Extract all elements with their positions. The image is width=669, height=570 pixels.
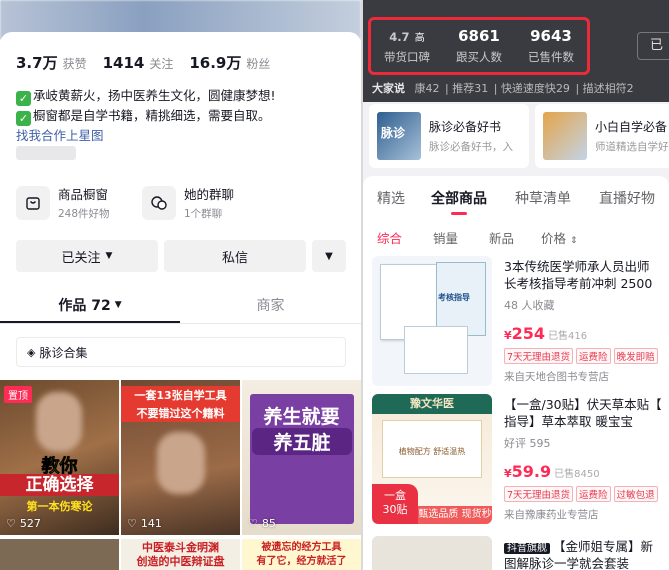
product-image <box>372 536 492 570</box>
blurred-face <box>157 432 205 494</box>
bio-link[interactable]: 找我合作上星图 <box>16 126 276 146</box>
shop-stats-box: 4.7 高带货口碑 6861 跟买人数 9643 已售件数 <box>368 17 590 75</box>
promo-card[interactable]: 小白自学必备 师道精选自学好 <box>535 104 669 168</box>
flagship-badge: 抖音旗舰 <box>504 543 550 554</box>
product-price: ¥254 已售416 <box>504 324 588 343</box>
product-panel: 精选 全部商品 种草清单 直播好物 综合 销量 新品 价格 ⇕ 考核指导 3本传统… <box>363 176 669 570</box>
chat-bubbles-icon <box>142 185 176 220</box>
likes-stat[interactable]: 3.7万 获赞 <box>16 52 87 73</box>
promo-image: 脉诊 <box>377 112 421 160</box>
shop-pane: 4.7 高带货口碑 6861 跟买人数 9643 已售件数 已 大家说 康42 | … <box>363 0 669 570</box>
bio-line-1: 承岐黄薪火，扬中医养生文化，圆健康梦想! <box>33 88 276 103</box>
sold-stat[interactable]: 9643 已售件数 <box>515 20 587 72</box>
group-chat-entry[interactable]: 她的群聊 1个群聊 <box>142 184 234 221</box>
video-grid: 置顶 教你 正确选择 第一本伤寒论 ♡ 527 一套13张自学工具 不要错过这个籍… <box>0 380 361 570</box>
video-thumb[interactable]: 中医泰斗金明渊 创造的中医辩证盘 <box>121 539 240 570</box>
tab-featured[interactable]: 精选 <box>377 188 405 208</box>
caret-down-icon: ▼ <box>105 251 113 261</box>
followers-stat[interactable]: 16.9万 粉丝 <box>189 52 270 73</box>
blurred-text <box>16 146 76 160</box>
sort-sales[interactable]: 销量 <box>433 228 458 247</box>
heart-icon: ♡ <box>248 517 258 530</box>
sort-price[interactable]: 价格 ⇕ <box>541 228 578 247</box>
tab-all-products[interactable]: 全部商品 <box>431 188 487 208</box>
video-thumb[interactable]: 被遗忘的经方工具 有了它，经方就活了 <box>242 539 361 570</box>
view-count: ♡ 527 <box>6 517 41 530</box>
shop-window-entry[interactable]: 商品橱窗 248件好物 <box>16 184 110 221</box>
promo-card[interactable]: 脉诊 脉诊必备好书 脉诊必备好书，入 <box>369 104 529 168</box>
bio-line-2: 橱窗都是自学书籍，精挑细选，需要自取。 <box>33 108 271 123</box>
tab-merchant[interactable]: 商家 <box>180 286 361 324</box>
layers-icon: ◈ <box>27 345 36 359</box>
sort-arrows-icon: ⇕ <box>570 236 578 246</box>
blurred-face <box>36 392 82 452</box>
followed-button[interactable]: 已关注 ▼ <box>16 240 158 272</box>
profile-pane: 3.7万 获赞 1414 关注 16.9万 粉丝 ✓ 承岐黄薪火，扬中医养生文化，圆健康… <box>0 0 361 570</box>
quantity-badge: 一盒 30贴 <box>372 484 418 524</box>
check-icon: ✓ <box>16 91 31 106</box>
message-button[interactable]: 私信 <box>164 240 306 272</box>
view-count: ♡ 141 <box>127 517 162 530</box>
tab-live-items[interactable]: 直播好物 <box>599 188 655 208</box>
view-count: ♡ 85 <box>248 517 276 530</box>
product-tags: 7天无理由退货 运费险 晚发即赔 <box>504 348 658 364</box>
rating-stat[interactable]: 4.7 高带货口碑 <box>371 20 443 72</box>
tab-recommend-list[interactable]: 种草清单 <box>515 188 571 208</box>
product-item[interactable]: 考核指导 3本传统医学师承人员出师 长考核指导考前冲刺 2500 48 人收藏 … <box>372 256 664 391</box>
video-thumb[interactable] <box>0 539 119 570</box>
product-image: 考核指导 <box>372 256 492 386</box>
product-item[interactable]: 豫文华医 植物配方 舒适温热 一盒30贴 甄选品质 现货秒发 【一盒/30贴】伏… <box>372 394 664 529</box>
buyers-stat[interactable]: 6861 跟买人数 <box>443 20 515 72</box>
tab-underline <box>0 321 180 323</box>
video-thumb[interactable]: 一套13张自学工具 不要错过这个籍料 ♡ 141 <box>121 380 240 535</box>
pinned-badge: 置顶 <box>4 386 32 403</box>
sort-bar: 综合 销量 新品 价格 ⇕ <box>363 228 669 248</box>
review-tags: 大家说 康42 | 推荐31 | 快递速度快29 | 描述相符2 <box>363 80 669 102</box>
caret-down-icon: ▼ <box>114 300 122 310</box>
shop-tabs: 精选 全部商品 种草清单 直播好物 <box>363 188 669 212</box>
profile-tabs: 作品 72 ▼ 商家 <box>0 286 361 324</box>
profile-stats: 3.7万 获赞 1414 关注 16.9万 粉丝 <box>16 52 270 73</box>
follow-shop-button[interactable]: 已 <box>637 32 669 60</box>
video-thumb[interactable]: 置顶 教你 正确选择 第一本伤寒论 ♡ 527 <box>0 380 119 535</box>
promo-image <box>543 112 587 160</box>
product-item[interactable]: 抖音旗舰 【金师姐专属】新 图解脉诊一学就会套装 <box>372 536 664 570</box>
product-image: 豫文华医 植物配方 舒适温热 一盒30贴 甄选品质 现货秒发 <box>372 394 492 524</box>
more-dropdown-button[interactable]: ▼ <box>312 240 346 272</box>
caret-down-icon: ▼ <box>325 250 333 262</box>
tab-works[interactable]: 作品 72 ▼ <box>0 286 180 324</box>
collection-chip[interactable]: ◈ 脉诊合集 <box>16 337 346 367</box>
sort-default[interactable]: 综合 <box>377 228 402 247</box>
video-thumb[interactable]: 养生就要 养五脏 ♡ 85 <box>242 380 361 535</box>
product-tags: 7天无理由退货 运费险 过敏包退 <box>504 486 658 502</box>
heart-icon: ♡ <box>6 517 16 530</box>
following-stat[interactable]: 1414 关注 <box>103 54 174 72</box>
product-price: ¥59.9 已售8450 <box>504 462 600 481</box>
profile-bio: ✓ 承岐黄薪火，扬中医养生文化，圆健康梦想! ✓ 橱窗都是自学书籍，精挑细选，需要自… <box>16 86 276 146</box>
shop-window-icon <box>16 185 50 220</box>
check-icon: ✓ <box>16 111 31 126</box>
tab-indicator <box>451 212 467 215</box>
heart-icon: ♡ <box>127 517 137 530</box>
sort-new[interactable]: 新品 <box>489 228 514 247</box>
